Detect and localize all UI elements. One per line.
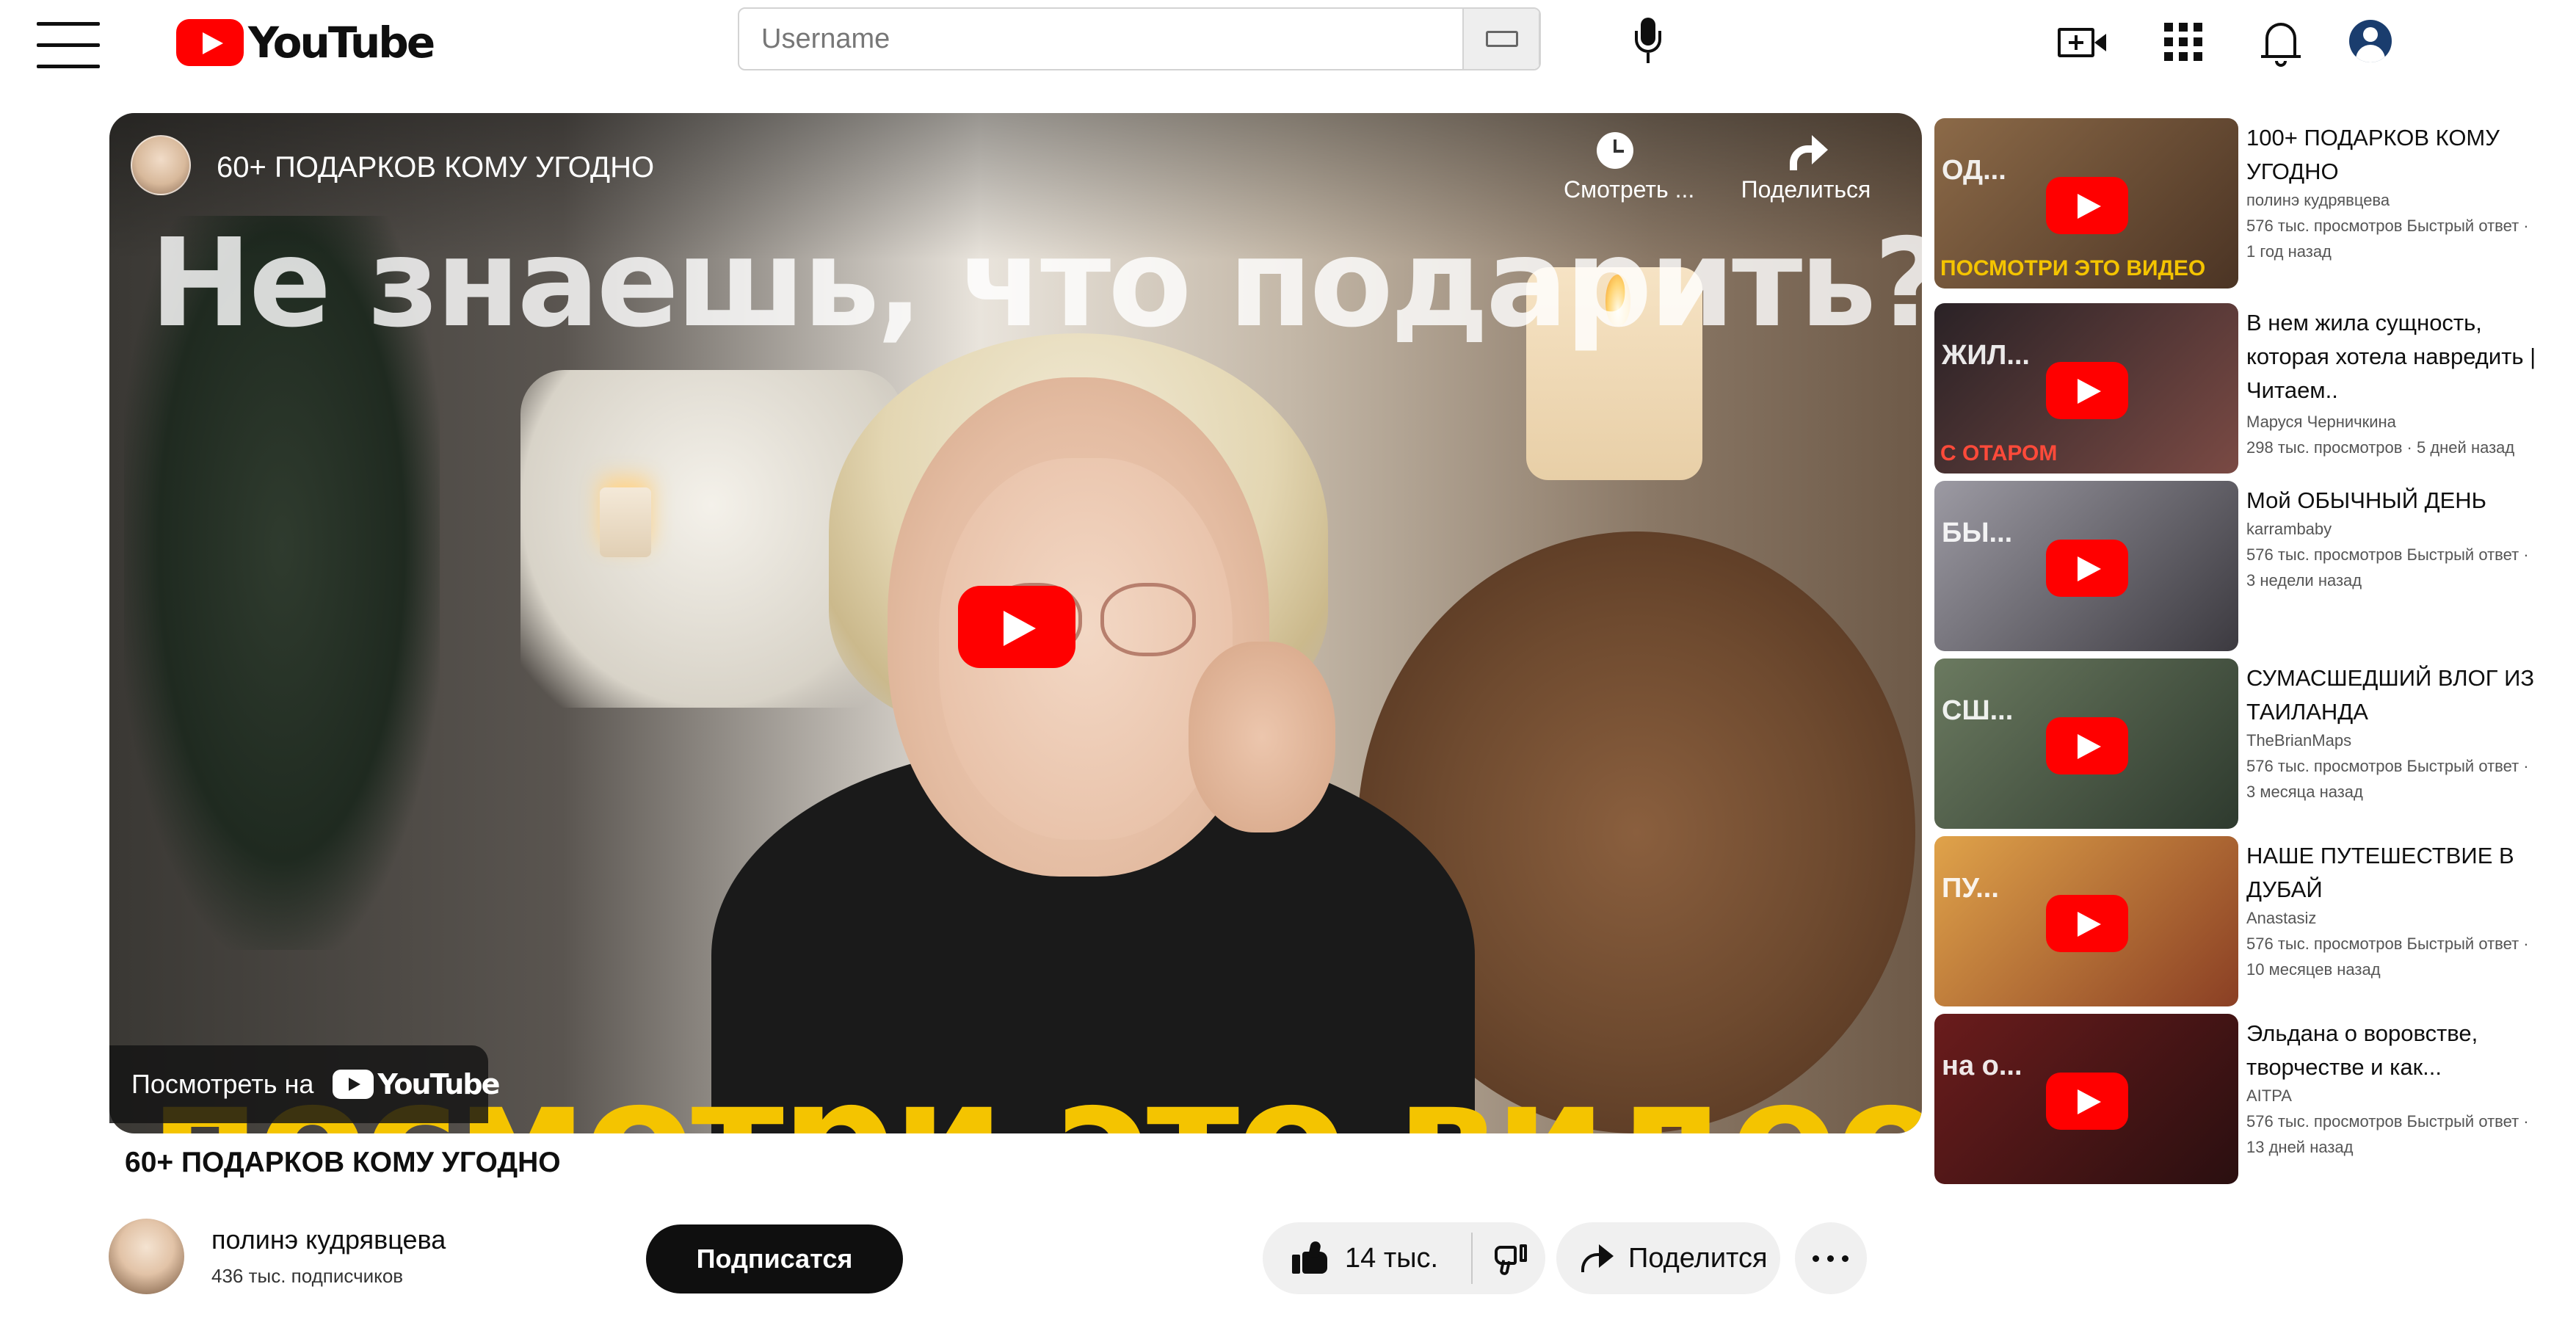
watch-on-youtube-button[interactable]: Посмотреть на YouTube (109, 1045, 500, 1123)
play-icon (2046, 362, 2128, 419)
watch-later-label: Смотреть ... (1564, 176, 1695, 203)
menu-icon[interactable] (37, 22, 100, 69)
list-item[interactable]: СШ... СУМАСШЕДШИЙ ВЛОГ ИЗ ТАИЛАНДА TheBr… (1934, 654, 2566, 829)
create-icon[interactable] (2058, 23, 2108, 60)
avatar[interactable] (109, 1219, 184, 1294)
player-share-label: Поделиться (1741, 176, 1871, 203)
search-input[interactable] (739, 9, 1466, 69)
player-channel-avatar[interactable] (131, 135, 191, 195)
rec-views: 576 тыс. просмотров Быстрый ответ · (2246, 545, 2529, 564)
logo-text: YouTube (248, 18, 435, 68)
thumbnail-text: ЖИЛ... (1942, 340, 2030, 371)
play-icon (2046, 895, 2128, 952)
rec-views: 576 тыс. просмотров Быстрый ответ · (2246, 757, 2529, 775)
like-count: 14 тыс. (1345, 1243, 1439, 1274)
apps-icon[interactable] (2164, 23, 2202, 61)
youtube-logo-icon (176, 19, 244, 66)
keyboard-button[interactable] (1462, 9, 1539, 69)
watch-on-logo-text: YouTube (377, 1068, 500, 1100)
play-icon (2046, 177, 2128, 234)
like-button[interactable]: 14 тыс. (1263, 1222, 1471, 1294)
share-button[interactable]: Поделится (1556, 1222, 1780, 1294)
dislike-icon (1490, 1241, 1527, 1277)
rec-views: 298 тыс. просмотров · 5 дней назад (2246, 438, 2515, 457)
list-item[interactable]: БЫ... Мой ОБЫЧНЫЙ ДЕНЬ karrambaby 576 ты… (1934, 476, 2566, 651)
rec-views: 576 тыс. просмотров Быстрый ответ · (2246, 217, 2529, 235)
clock-icon (1597, 132, 1633, 169)
channel-name[interactable]: полинэ кудрявцева (211, 1224, 446, 1255)
rec-age: 10 месяцев назад (2246, 960, 2381, 979)
rec-channel[interactable]: полинэ кудрявцева (2246, 187, 2562, 213)
list-item[interactable]: ЖИЛ... С ОТАРОМ В нем жила сущность, кот… (1934, 299, 2566, 473)
video-thumbnail[interactable]: БЫ... (1934, 481, 2238, 651)
play-icon (2046, 540, 2128, 597)
subscriber-count: 436 тыс. подписчиков (211, 1265, 404, 1287)
thumbnail-text: на о... (1942, 1051, 2022, 1081)
list-item[interactable]: ОД... ПОСМОТРИ ЭТО ВИДЕО 100+ ПОДАРКОВ К… (1934, 114, 2566, 289)
rec-title[interactable]: НАШЕ ПУТЕШЕСТВИЕ В ДУБАЙ (2246, 839, 2562, 907)
dislike-button[interactable] (1473, 1222, 1545, 1294)
rec-age: 3 месяца назад (2246, 783, 2363, 801)
video-thumbnail[interactable]: ПУ... (1934, 836, 2238, 1006)
video-thumbnail[interactable]: ЖИЛ... С ОТАРОМ (1934, 303, 2238, 473)
like-dislike-group: 14 тыс. (1263, 1222, 1545, 1294)
list-item[interactable]: на о... Эльдана о воровстве, творчестве … (1934, 1009, 2566, 1184)
thumbnail-text: БЫ... (1942, 518, 2013, 548)
top-bar: YouTube (0, 0, 2576, 85)
like-icon (1292, 1240, 1329, 1275)
share-label: Поделится (1628, 1243, 1768, 1274)
more-icon[interactable] (1795, 1222, 1867, 1294)
player-title[interactable]: 60+ ПОДАРКОВ КОМУ УГОДНО (217, 151, 654, 184)
keyboard-icon (1486, 31, 1518, 47)
mic-icon[interactable] (1626, 15, 1670, 66)
share-icon (1578, 1243, 1615, 1274)
rec-age: 13 дней назад (2246, 1138, 2354, 1156)
rec-age: 3 недели назад (2246, 571, 2362, 589)
share-icon (1784, 132, 1828, 170)
youtube-logo-icon (333, 1070, 374, 1099)
player-share-button[interactable]: Поделиться (1733, 132, 1879, 203)
watch-on-label: Посмотреть на (131, 1069, 314, 1099)
play-icon (2046, 1073, 2128, 1130)
play-icon (2046, 717, 2128, 774)
list-item[interactable]: ПУ... НАШЕ ПУТЕШЕСТВИЕ В ДУБАЙ Anastasiz… (1934, 832, 2566, 1006)
subscribe-button[interactable]: Подписатся (646, 1224, 903, 1293)
rec-title[interactable]: 100+ ПОДАРКОВ КОМУ УГОДНО (2246, 121, 2562, 189)
rec-channel[interactable]: AITPA (2246, 1083, 2562, 1109)
play-icon[interactable] (958, 586, 1075, 668)
rec-title[interactable]: Мой ОБЫЧНЫЙ ДЕНЬ (2246, 484, 2562, 518)
rec-title[interactable]: СУМАСШЕДШИЙ ВЛОГ ИЗ ТАИЛАНДА (2246, 661, 2562, 729)
rec-views: 576 тыс. просмотров Быстрый ответ · (2246, 935, 2529, 953)
thumbnail-text: ОД... (1942, 155, 2006, 186)
thumbnail-caption: С ОТАРОМ (1940, 441, 2058, 465)
search-button[interactable] (1539, 9, 1541, 69)
rec-channel[interactable]: TheBrianMaps (2246, 728, 2562, 753)
rec-title[interactable]: В нем жила сущность, которая хотела навр… (2246, 306, 2562, 407)
video-thumbnail[interactable]: ОД... ПОСМОТРИ ЭТО ВИДЕО (1934, 118, 2238, 289)
video-title: 60+ ПОДАРКОВ КОМУ УГОДНО (125, 1147, 561, 1178)
rec-title[interactable]: Эльдана о воровстве, творчестве и как... (2246, 1017, 2562, 1084)
youtube-logo[interactable]: YouTube (176, 16, 435, 69)
bell-icon[interactable] (2260, 18, 2302, 68)
watch-later-button[interactable]: Смотреть ... (1564, 132, 1695, 203)
rec-channel[interactable]: karrambaby (2246, 516, 2562, 542)
search-box (738, 7, 1541, 70)
video-thumbnail[interactable]: на о... (1934, 1014, 2238, 1184)
thumbnail-text: СШ... (1942, 695, 2014, 726)
rec-channel[interactable]: Маруся Черничкина (2246, 409, 2562, 435)
thumbnail-headline: Не знаешь, что подарить? (150, 213, 1922, 355)
thumbnail-text: ПУ... (1942, 873, 1999, 904)
rec-channel[interactable]: Anastasiz (2246, 905, 2562, 931)
thumbnail-caption: ПОСМОТРИ ЭТО ВИДЕО (1940, 256, 2206, 280)
youtube-logo-small: YouTube (333, 1068, 500, 1100)
rec-age: 1 год назад (2246, 242, 2332, 261)
account-icon[interactable] (2349, 20, 2392, 62)
video-thumbnail[interactable]: СШ... (1934, 658, 2238, 829)
rec-views: 576 тыс. просмотров Быстрый ответ · (2246, 1112, 2529, 1131)
